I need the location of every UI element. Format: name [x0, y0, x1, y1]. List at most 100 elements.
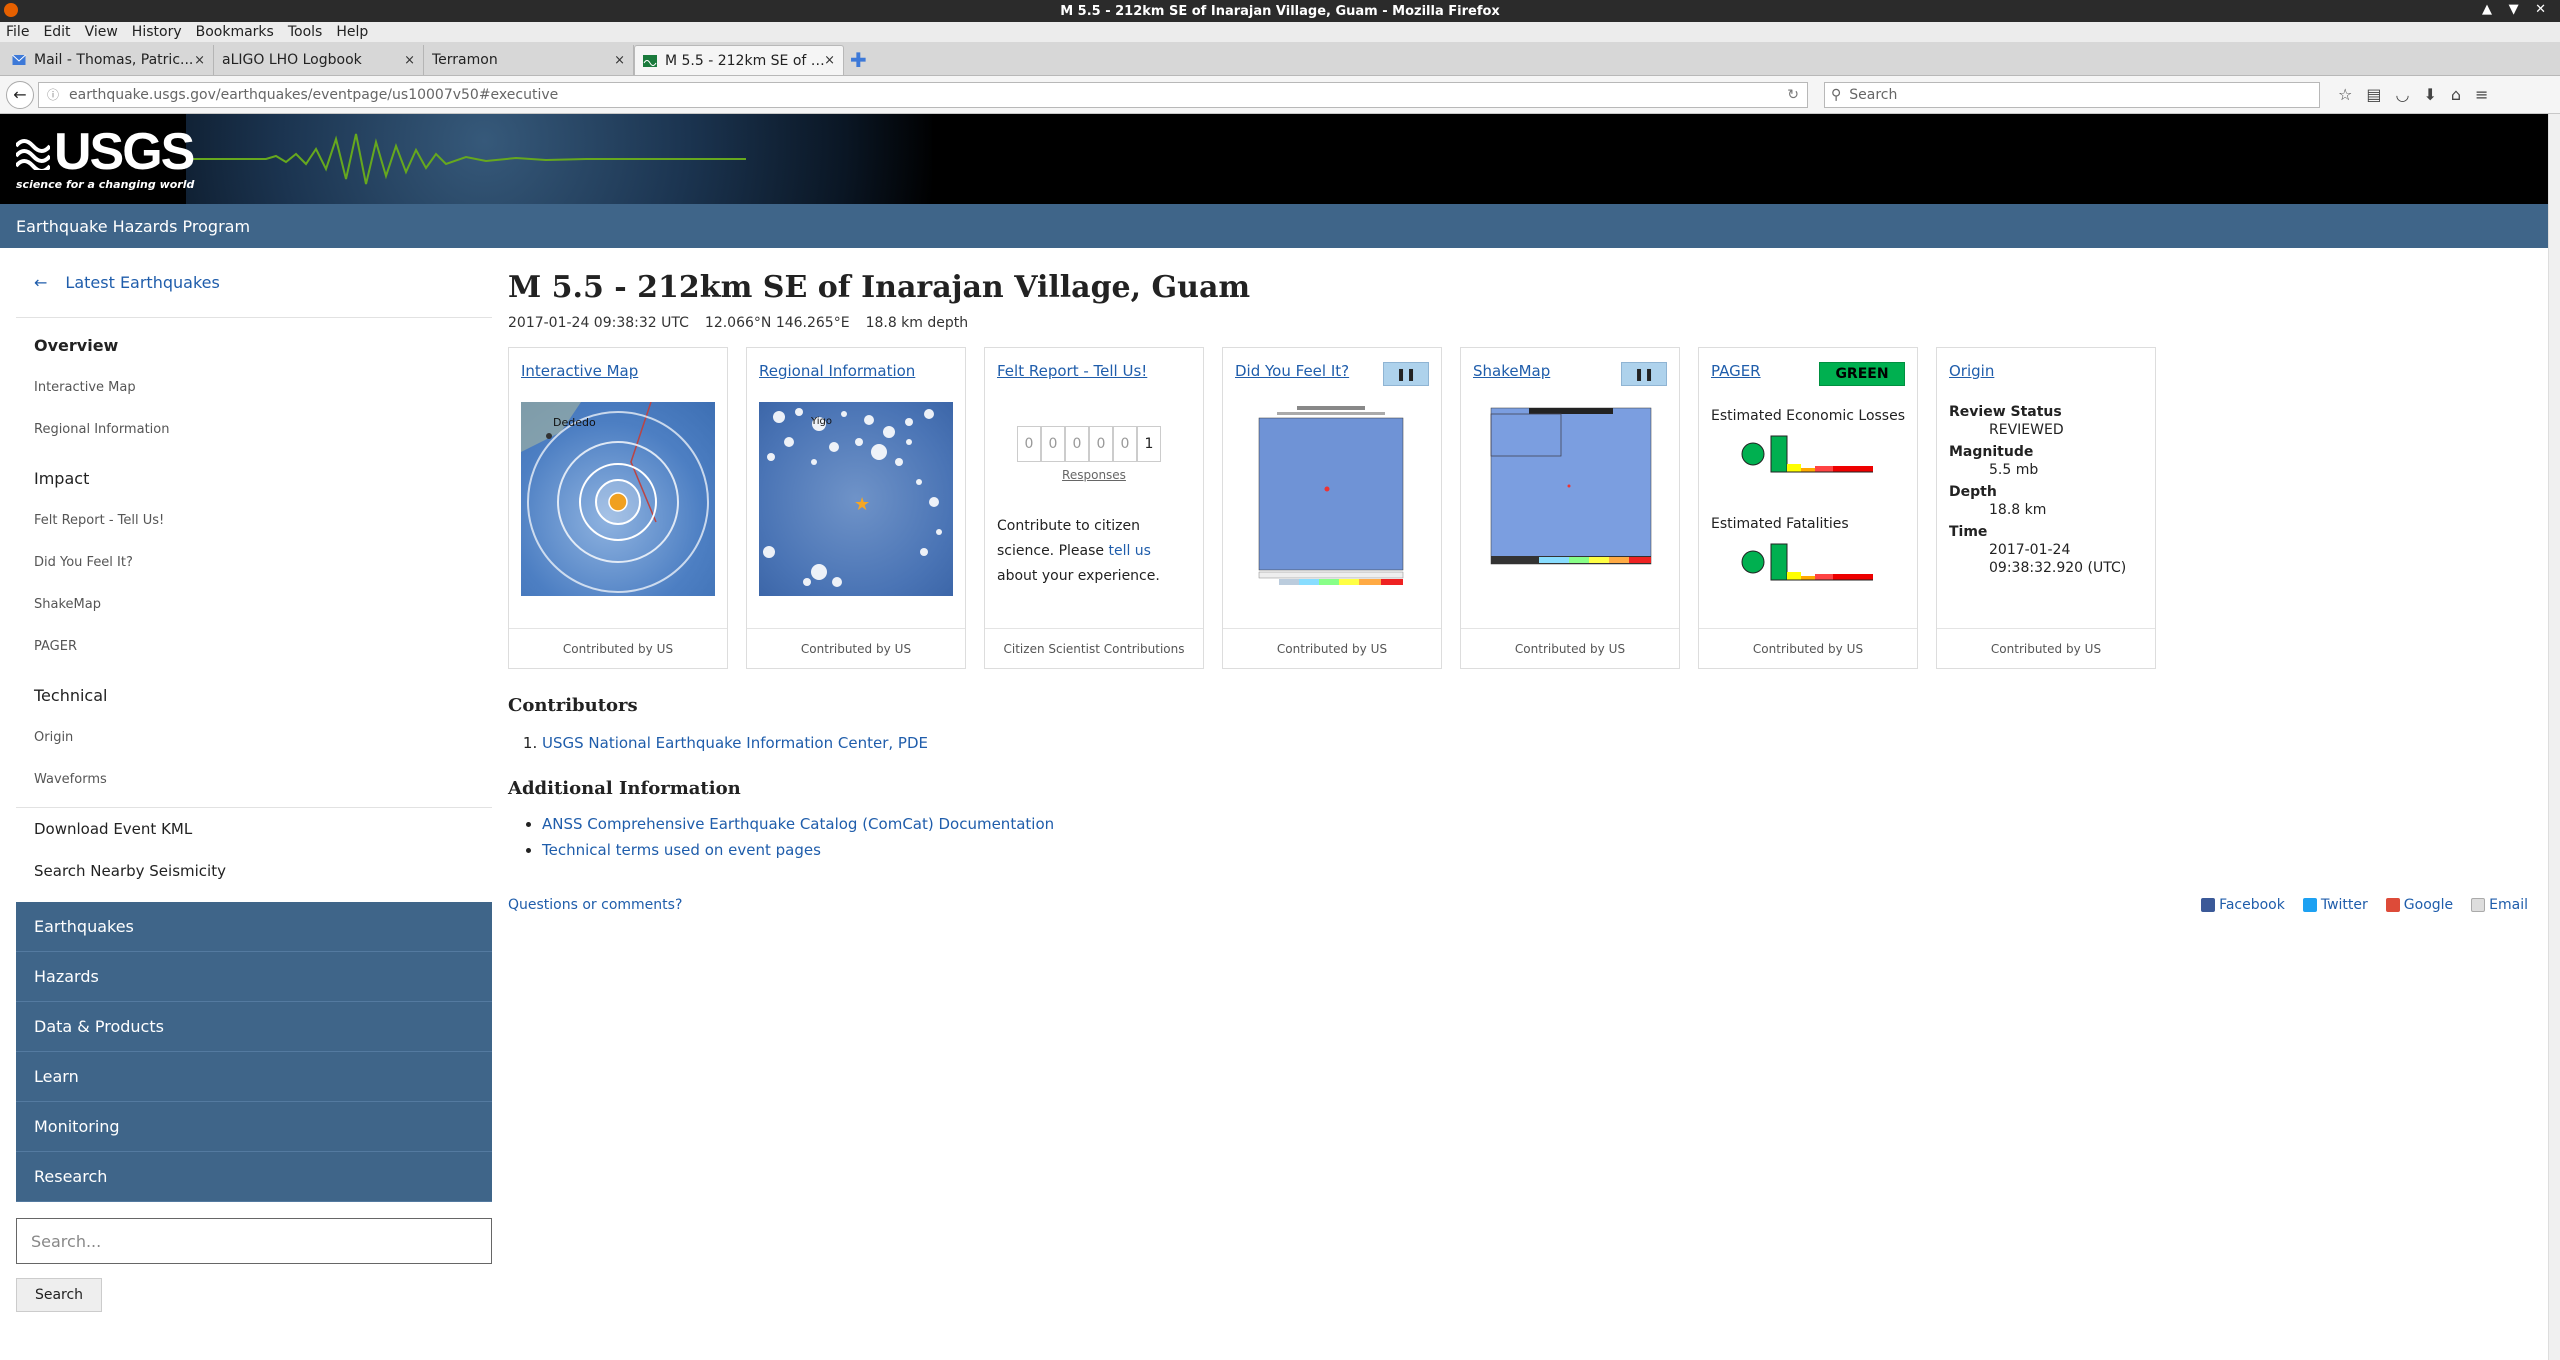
sidebar-item-pager[interactable]: PAGER	[34, 626, 492, 668]
sidebar-item-waveforms[interactable]: Waveforms	[34, 759, 492, 801]
network-link[interactable]: US	[1847, 642, 1863, 656]
dyfi-map-thumbnail[interactable]	[1257, 404, 1405, 592]
reload-icon[interactable]: ↻	[1787, 87, 1799, 103]
additional-info-heading: Additional Information	[508, 778, 741, 799]
search-nearby-link[interactable]: Search Nearby Seismicity	[34, 850, 492, 892]
sidebar-overview[interactable]: Overview	[34, 336, 492, 355]
share-label: Email	[2489, 897, 2528, 913]
download-icon[interactable]: ⬇	[2423, 85, 2436, 104]
sidebar-item-regional-information[interactable]: Regional Information	[34, 409, 492, 451]
site-nav-learn[interactable]: Learn	[16, 1052, 492, 1102]
latest-earthquakes-link[interactable]: ← Latest Earthquakes	[16, 248, 492, 318]
card-title[interactable]: Interactive Map	[521, 362, 715, 380]
card-dyfi[interactable]: Did You Feel It? ❚❚ Contributed by US	[1222, 347, 1442, 669]
home-icon[interactable]: ⌂	[2451, 85, 2461, 104]
tab-logbook[interactable]: aLIGO LHO Logbook ×	[214, 45, 424, 75]
menu-view[interactable]: View	[85, 24, 118, 40]
tab-label: aLIGO LHO Logbook	[222, 52, 362, 68]
pocket-icon[interactable]: ◡	[2395, 85, 2409, 104]
site-search-input[interactable]: Search...	[16, 1218, 492, 1264]
network-link[interactable]: US	[657, 642, 673, 656]
sidebar-technical: Technical	[34, 686, 108, 705]
site-search-button[interactable]: Search	[16, 1278, 102, 1312]
card-shakemap[interactable]: ShakeMap ❚❚ Contributed by US	[1460, 347, 1680, 669]
program-title[interactable]: Earthquake Hazards Program	[16, 217, 250, 236]
card-interactive-map[interactable]: Interactive Map Dededo Contributed by US	[508, 347, 728, 669]
new-tab-icon[interactable]: ✚	[850, 45, 867, 75]
sidebar-item-felt-report[interactable]: Felt Report - Tell Us!	[34, 500, 492, 542]
magnitude-value: 5.5 mb	[1989, 462, 2039, 478]
card-felt-report[interactable]: Felt Report - Tell Us! 0 0 0 0 0 1 Respo…	[984, 347, 1204, 669]
pause-icon[interactable]: ❚❚	[1621, 362, 1667, 386]
responses-label[interactable]: Responses	[997, 468, 1191, 482]
site-nav-data-products[interactable]: Data & Products	[16, 1002, 492, 1052]
site-search-placeholder: Search...	[31, 1231, 102, 1251]
card-contributor: Contributed by US	[1223, 628, 1441, 668]
questions-link[interactable]: Questions or comments?	[508, 897, 682, 913]
card-regional-information[interactable]: Regional Information ★ Yigo Contributed …	[746, 347, 966, 669]
browser-search-input[interactable]: ⚲ Search	[1824, 81, 2320, 108]
network-link[interactable]: US	[2085, 642, 2101, 656]
twitter-share-link[interactable]: Twitter	[2302, 897, 2368, 913]
page-footer: Questions or comments? Facebook Twitter …	[508, 897, 2528, 913]
card-title[interactable]: Origin	[1949, 362, 2143, 380]
tell-us-link[interactable]: tell us	[1108, 543, 1151, 559]
interactive-map-thumbnail[interactable]: Dededo	[521, 402, 715, 596]
regional-map-thumbnail[interactable]: ★ Yigo	[759, 402, 953, 596]
site-nav-research[interactable]: Research	[16, 1152, 492, 1202]
additional-info-list: ANSS Comprehensive Earthquake Catalog (C…	[542, 815, 2528, 859]
close-icon[interactable]: ×	[824, 53, 835, 68]
sidebar-item-origin[interactable]: Origin	[34, 717, 492, 759]
email-share-link[interactable]: Email	[2471, 897, 2528, 913]
menu-bookmarks[interactable]: Bookmarks	[196, 24, 274, 40]
menu-tools[interactable]: Tools	[288, 24, 323, 40]
contributor-link[interactable]: USGS National Earthquake Information Cen…	[542, 734, 928, 752]
site-nav-monitoring[interactable]: Monitoring	[16, 1102, 492, 1152]
info-icon[interactable]: ⓘ	[47, 86, 59, 103]
google-share-link[interactable]: Google	[2385, 897, 2453, 913]
tab-label: Terramon	[432, 52, 498, 68]
search-icon: ⚲	[1831, 86, 1842, 103]
menu-history[interactable]: History	[132, 24, 182, 40]
reading-list-icon[interactable]: ▤	[2366, 85, 2381, 104]
card-title[interactable]: Regional Information	[759, 362, 953, 380]
download-kml-link[interactable]: Download Event KML	[34, 808, 492, 850]
bookmark-star-icon[interactable]: ☆	[2338, 85, 2352, 104]
window-controls[interactable]: ▲ ▼ ✕	[2482, 2, 2552, 17]
usgs-logo[interactable]: USGS science for a changing world	[16, 126, 195, 191]
sidebar-item-shakemap[interactable]: ShakeMap	[34, 584, 492, 626]
comcat-docs-link[interactable]: ANSS Comprehensive Earthquake Catalog (C…	[542, 815, 1054, 833]
pause-icon[interactable]: ❚❚	[1383, 362, 1429, 386]
menu-edit[interactable]: Edit	[43, 24, 70, 40]
site-nav-hazards[interactable]: Hazards	[16, 952, 492, 1002]
card-title[interactable]: Felt Report - Tell Us!	[997, 362, 1191, 380]
depth-label: Depth	[1949, 484, 1997, 500]
tab-label: M 5.5 - 212km SE of I...	[665, 52, 825, 69]
site-nav-earthquakes[interactable]: Earthquakes	[16, 902, 492, 952]
event-meta: 2017-01-24 09:38:32 UTC 12.066°N 146.265…	[508, 315, 2528, 331]
network-link[interactable]: US	[895, 642, 911, 656]
close-icon[interactable]: ×	[404, 53, 415, 68]
card-origin[interactable]: Origin Review Status REVIEWED Magnitude …	[1936, 347, 2156, 669]
back-arrow-icon[interactable]: ←	[6, 80, 34, 109]
sidebar-item-dyfi[interactable]: Did You Feel It?	[34, 542, 492, 584]
technical-terms-link[interactable]: Technical terms used on event pages	[542, 841, 821, 859]
menu-file[interactable]: File	[6, 24, 29, 40]
page-scrollbar[interactable]	[2548, 114, 2560, 1360]
tab-usgs-event[interactable]: M 5.5 - 212km SE of I... ×	[634, 45, 844, 75]
close-icon[interactable]: ×	[194, 53, 205, 68]
tab-mail[interactable]: Mail - Thomas, Patric... ×	[4, 45, 214, 75]
card-pager[interactable]: PAGER GREEN Estimated Economic Losses Es…	[1698, 347, 1918, 669]
shakemap-thumbnail[interactable]	[1489, 406, 1653, 574]
url-bar[interactable]: ⓘ earthquake.usgs.gov/earthquakes/eventp…	[38, 81, 1808, 108]
main-content: M 5.5 - 212km SE of Inarajan Village, Gu…	[508, 248, 2528, 913]
network-link[interactable]: US	[1609, 642, 1625, 656]
menu-help[interactable]: Help	[336, 24, 368, 40]
share-label: Facebook	[2219, 897, 2285, 913]
network-link[interactable]: US	[1371, 642, 1387, 656]
sidebar-item-interactive-map[interactable]: Interactive Map	[34, 367, 492, 409]
close-icon[interactable]: ×	[614, 53, 625, 68]
hamburger-menu-icon[interactable]: ≡	[2475, 85, 2488, 104]
tab-terramon[interactable]: Terramon ×	[424, 45, 634, 75]
facebook-share-link[interactable]: Facebook	[2201, 897, 2285, 913]
